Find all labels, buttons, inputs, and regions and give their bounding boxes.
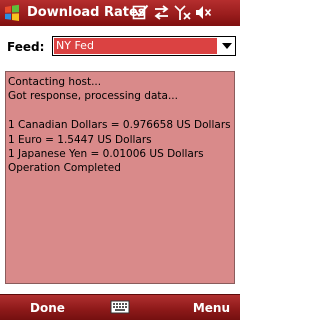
title-bar: Download Rates: [0, 0, 240, 26]
log-line: Operation Completed: [8, 162, 121, 175]
log-line: Contacting host...: [8, 76, 102, 88]
volume-muted-icon[interactable]: [195, 4, 212, 21]
log-line: 1 Canadian Dollars = 0.976658 US Dollars: [8, 119, 231, 132]
tasks-check-icon[interactable]: [132, 4, 149, 21]
feed-dropdown[interactable]: NY Fed: [52, 36, 236, 56]
keyboard-icon[interactable]: [110, 299, 130, 315]
output-log[interactable]: Contacting host... Got response, process…: [5, 71, 235, 284]
log-line: 1 Euro = 1.5447 US Dollars: [8, 133, 152, 146]
windows-start-icon[interactable]: [3, 4, 21, 22]
log-line: Got response, processing data...: [8, 90, 178, 103]
window-title: Download Rates: [27, 5, 146, 20]
connectivity-arrows-icon[interactable]: [153, 4, 170, 21]
chevron-down-icon[interactable]: [222, 43, 232, 50]
done-softkey[interactable]: Done: [30, 301, 65, 315]
feed-dropdown-value: NY Fed: [54, 38, 217, 54]
softkey-bar: Done Menu: [0, 294, 240, 320]
feed-label: Feed:: [7, 40, 45, 54]
menu-softkey[interactable]: Menu: [193, 301, 230, 315]
no-signal-icon[interactable]: [174, 4, 191, 21]
log-line: 1 Japanese Yen = 0.01006 US Dollars: [8, 147, 204, 160]
